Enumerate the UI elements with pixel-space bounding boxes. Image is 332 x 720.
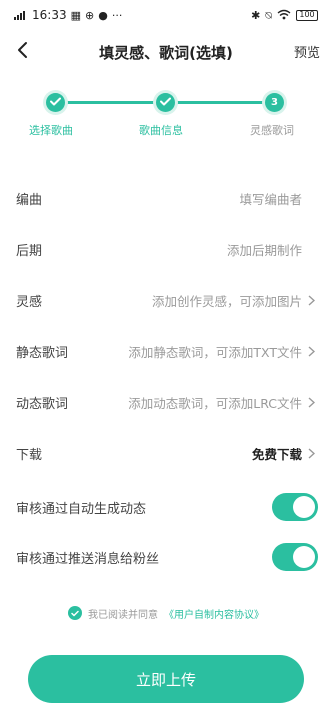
step-2-done [156,93,175,112]
row-inspiration[interactable]: 灵感 添加创作灵感，可添加图片 [0,282,332,319]
more-icon: ··· [111,8,123,22]
app-icon-1: ▦ [70,8,81,22]
step-label-2[interactable]: 歌曲信息 [139,122,183,138]
status-left: 16:33 ▦ ⊕ ● ··· [14,8,122,22]
row-label: 后期 [16,244,43,259]
toggle-label: 审核通过自动生成动态 [16,501,147,517]
toggle-row-auto-post: 审核通过自动生成动态 [0,490,332,524]
toggle-knob [293,496,315,518]
row-post-production[interactable]: 后期 添加后期制作 [0,231,332,268]
mute-icon: ⍉ [265,8,272,22]
form: 编曲 填写编曲者 后期 添加后期制作 灵感 添加创作灵感，可添加图片 静态歌词 … [0,180,332,486]
chat-icon: ● [98,8,108,22]
battery-indicator: 100 [296,9,318,21]
page-title: 填灵感、歌词(选填) [99,43,233,62]
step-label-3: 灵感歌词 [250,124,294,137]
row-label: 编曲 [16,193,43,208]
status-bar: 16:33 ▦ ⊕ ● ··· ✱ ⍉ 100 [0,0,332,30]
wifi-icon [277,9,291,22]
row-label: 静态歌词 [16,346,69,361]
chevron-right-icon [308,447,318,461]
step-connector-2 [167,101,274,104]
arranger-input[interactable]: 填写编曲者 [42,189,308,208]
agreement-checkbox[interactable] [68,606,82,620]
download-option-value: 免费下载 [251,447,302,462]
post-production-input[interactable]: 添加后期制作 [42,240,308,259]
row-dynamic-lyrics[interactable]: 动态歌词 添加动态歌词，可添加LRC文件 [0,384,332,421]
row-download[interactable]: 下载 免费下载 [0,435,332,472]
app-icon-2: ⊕ [85,8,95,22]
auto-post-toggle[interactable] [272,493,318,521]
row-value: 添加创作灵感，可添加图片 [151,294,302,309]
status-time: 16:33 [32,8,67,22]
row-arranger[interactable]: 编曲 填写编曲者 [0,180,332,217]
signal-icon [14,9,28,22]
notify-fans-toggle[interactable] [272,543,318,571]
progress-stepper: 3 选择歌曲 歌曲信息 灵感歌词 [0,88,332,148]
header: 填灵感、歌词(选填) 预览 [0,30,332,74]
agreement: 我已阅读并同意 《用户自制内容协议》 [0,602,332,624]
upload-button[interactable]: 立即上传 [28,655,304,703]
bluetooth-icon: ✱ [251,8,261,22]
agreement-text: 我已阅读并同意 [88,609,158,621]
row-value: 添加静态歌词，可添加TXT文件 [128,345,302,360]
toggle-row-notify-fans: 审核通过推送消息给粉丝 [0,540,332,574]
chevron-right-icon [308,294,318,308]
agreement-link[interactable]: 《用户自制内容协议》 [164,606,264,621]
check-icon [160,97,171,109]
status-right: ✱ ⍉ 100 [251,9,318,22]
row-value: 添加动态歌词，可添加LRC文件 [128,396,302,411]
row-label: 下载 [16,448,43,463]
back-button[interactable] [8,38,36,66]
chevron-left-icon [16,41,28,63]
toggle-knob [293,546,315,568]
step-connector-1 [58,101,165,104]
check-icon [50,97,61,109]
chevron-right-icon [308,396,318,410]
toggle-label: 审核通过推送消息给粉丝 [16,551,160,567]
step-1-done [46,93,65,112]
row-label: 灵感 [16,295,43,310]
step-label-1[interactable]: 选择歌曲 [29,122,73,138]
row-label: 动态歌词 [16,397,69,412]
chevron-right-icon [308,345,318,359]
row-static-lyrics[interactable]: 静态歌词 添加静态歌词，可添加TXT文件 [0,333,332,370]
step-3-current: 3 [265,93,284,112]
preview-button[interactable]: 预览 [294,42,320,61]
